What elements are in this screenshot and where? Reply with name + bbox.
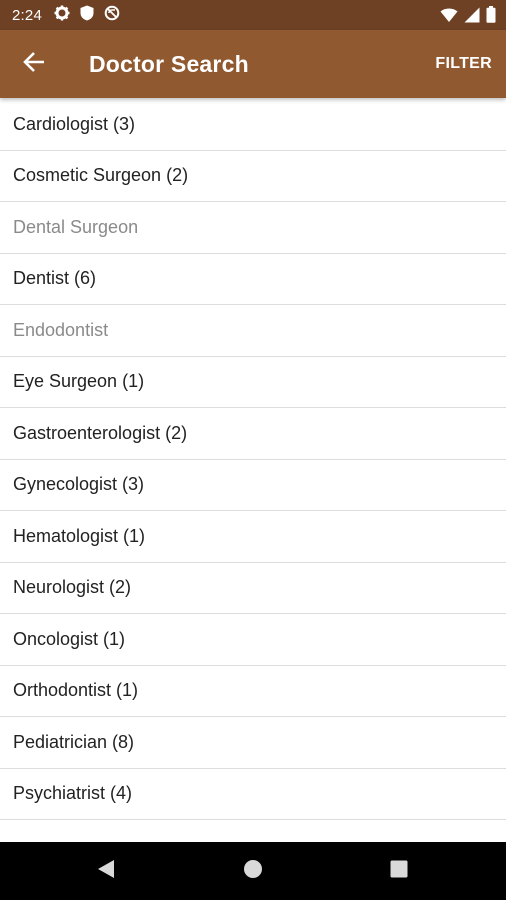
list-item-label: Psychiatrist (4): [13, 783, 133, 804]
list-item-label: Eye Surgeon (1): [13, 371, 145, 392]
list-item-label: Hematologist (1): [13, 525, 146, 546]
filter-button[interactable]: FILTER: [435, 55, 492, 73]
recents-square-icon: [390, 860, 408, 883]
list-item[interactable]: Gastroenterologist (2): [0, 408, 506, 460]
list-item-label: Oncologist (1): [13, 628, 126, 649]
back-button[interactable]: [14, 44, 54, 84]
list-item-label: Cosmetic Surgeon (2): [13, 165, 189, 186]
list-item-label: Gynecologist (3): [13, 474, 145, 495]
home-circle-icon: [243, 859, 263, 884]
list-item[interactable]: Oncologist (1): [0, 614, 506, 666]
gear-icon: [54, 5, 70, 26]
battery-icon: [486, 6, 496, 28]
list-item: Endodontist: [0, 305, 506, 357]
status-bar: 2:24: [0, 0, 506, 30]
list-item-label: Neurologist (2): [13, 577, 132, 598]
arrow-left-icon: [23, 51, 45, 78]
list-item[interactable]: Hematologist (1): [0, 511, 506, 563]
status-left-icons: [54, 5, 120, 26]
list-item-label: Pediatrician (8): [13, 731, 135, 752]
list-item-label: Orthodontist (1): [13, 680, 139, 701]
status-right-icons: [440, 6, 496, 28]
back-triangle-icon: [97, 859, 115, 884]
shield-icon: [80, 5, 94, 26]
list-item: Dental Surgeon: [0, 202, 506, 254]
list-item[interactable]: Neurologist (2): [0, 563, 506, 614]
app-bar: Doctor Search FILTER: [0, 30, 506, 98]
list-item[interactable]: Orthodontist (1): [0, 666, 506, 717]
status-time: 2:24: [12, 6, 42, 24]
nav-back-button[interactable]: [76, 842, 136, 900]
list-item-label: Gastroenterologist (2): [13, 422, 188, 443]
page-title: Doctor Search: [89, 51, 249, 77]
nav-recents-button[interactable]: [369, 842, 429, 900]
list-item-label: Dental Surgeon: [13, 216, 139, 237]
list-item[interactable]: Cosmetic Surgeon (2): [0, 151, 506, 202]
list-item-label: Cardiologist (3): [13, 113, 136, 134]
wifi-icon: [440, 7, 458, 28]
no-entry-icon: [104, 5, 120, 26]
list-item[interactable]: Pediatrician (8): [0, 717, 506, 769]
signal-icon: [464, 7, 480, 28]
navigation-bar: [0, 842, 506, 900]
specialty-list: Cardiologist (3) Cosmetic Surgeon (2) Dent…: [0, 99, 506, 842]
list-item-label: Endodontist: [13, 319, 109, 340]
nav-home-button[interactable]: [223, 842, 283, 900]
list-item[interactable]: Cardiologist (3): [0, 99, 506, 151]
list-item[interactable]: Dentist (6): [0, 254, 506, 305]
list-item-label: Dentist (6): [13, 268, 97, 289]
list-item[interactable]: Eye Surgeon (1): [0, 357, 506, 408]
list-item[interactable]: Gynecologist (3): [0, 460, 506, 511]
list-item[interactable]: Psychiatrist (4): [0, 769, 506, 820]
